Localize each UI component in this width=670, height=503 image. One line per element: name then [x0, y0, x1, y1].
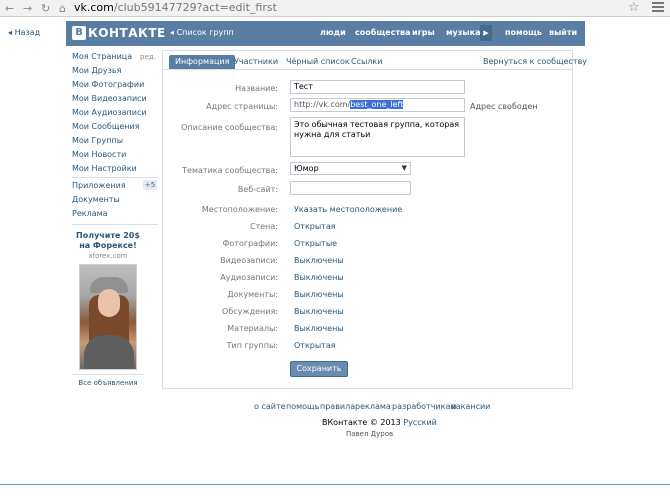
address-status: Адрес свободен: [470, 102, 538, 111]
website-field[interactable]: [290, 181, 411, 195]
nav-help[interactable]: помощь: [505, 28, 542, 37]
tab-info[interactable]: Информация: [169, 55, 236, 69]
author-link[interactable]: Павел Дуров: [346, 430, 393, 438]
topic-select[interactable]: Юмор ▼: [290, 162, 411, 175]
nav-more-arrow-icon[interactable]: ▶: [480, 25, 492, 41]
group-list-label: Список групп: [176, 28, 234, 37]
nav-communities[interactable]: сообщества: [355, 28, 410, 37]
ad-photo[interactable]: [79, 264, 137, 370]
home-icon[interactable]: ⌂: [59, 1, 66, 16]
back-link[interactable]: ◂ Назад: [8, 28, 40, 37]
tab-bar: Информация Участники Чёрный список Ссылк…: [163, 51, 587, 70]
copyright: ВКонтакте © 2013 Русский: [322, 418, 437, 427]
menu-divider: [72, 177, 158, 178]
name-value: Тест: [294, 82, 313, 91]
copyright-text: ВКонтакте © 2013: [322, 418, 401, 427]
menu-ads[interactable]: Реклама: [72, 209, 108, 218]
wall-value[interactable]: Открытая: [294, 222, 336, 231]
nav-logout[interactable]: выйти: [549, 28, 577, 37]
menu-my-messages[interactable]: Мои Сообщения: [72, 122, 140, 131]
ad-title[interactable]: Получите 20$ на Форексе!: [72, 231, 144, 251]
footer-about[interactable]: о сайте: [254, 402, 286, 411]
photos-value[interactable]: Открытые: [294, 239, 337, 248]
audios-value[interactable]: Выключены: [294, 273, 344, 282]
bookmark-star-icon[interactable]: ☆: [628, 0, 640, 16]
discussions-value[interactable]: Выключены: [294, 307, 344, 316]
apps-badge[interactable]: +5: [143, 180, 157, 190]
language-link[interactable]: Русский: [403, 418, 437, 427]
back-arrow-icon[interactable]: ←: [5, 1, 14, 16]
documents-value[interactable]: Выключены: [294, 290, 344, 299]
menu-my-settings[interactable]: Мои Настройки: [72, 164, 137, 173]
nav-music[interactable]: музыка: [446, 28, 480, 37]
nav-games[interactable]: игры: [412, 28, 435, 37]
bottom-divider: [0, 484, 670, 485]
tab-blacklist[interactable]: Чёрный список: [286, 55, 350, 69]
menu-my-photos[interactable]: Мои Фотографии: [72, 80, 144, 89]
ad-divider: [72, 374, 144, 375]
topic-label: Тематика сообщества:: [182, 166, 278, 175]
wall-label: Стена:: [250, 222, 278, 231]
menu-my-friends[interactable]: Мои Друзья: [72, 66, 121, 75]
documents-label: Документы:: [227, 290, 278, 299]
tab-members[interactable]: Участники: [234, 55, 278, 69]
footer-help[interactable]: помощь: [286, 402, 319, 411]
footer-rules[interactable]: правила: [320, 402, 355, 411]
url-host: vk.com: [74, 1, 114, 14]
videos-label: Видеозаписи:: [220, 256, 278, 265]
dropdown-arrow-icon: ▼: [401, 164, 407, 172]
address-field[interactable]: http://vk.com/best_one_left: [290, 98, 465, 112]
audios-label: Аудиозаписи:: [220, 273, 278, 282]
address-value: best_one_left: [350, 100, 404, 109]
footer-developers[interactable]: разработчикам: [392, 402, 456, 411]
url-path: /club59147729?act=edit_first: [113, 1, 277, 14]
topic-value: Юмор: [294, 164, 319, 173]
address-label: Адрес страницы:: [206, 102, 278, 111]
materials-value[interactable]: Выключены: [294, 324, 344, 333]
group-list-link[interactable]: ◂ Список групп: [170, 28, 234, 37]
materials-label: Материалы:: [227, 324, 278, 333]
photos-label: Фотографии:: [222, 239, 278, 248]
menu-my-videos[interactable]: Мои Видеозаписи: [72, 94, 147, 103]
footer-ads[interactable]: реклама: [355, 402, 391, 411]
description-label: Описание сообщества:: [181, 123, 278, 132]
discussions-label: Обсуждения:: [222, 307, 278, 316]
ad-site: xforex.com: [88, 252, 128, 260]
videos-value[interactable]: Выключены: [294, 256, 344, 265]
menu-my-groups[interactable]: Мои Группы: [72, 136, 123, 145]
nav-people[interactable]: люди: [320, 28, 346, 37]
group-type-value[interactable]: Открытая: [294, 341, 336, 350]
settings-panel: Информация Участники Чёрный список Ссылк…: [162, 50, 587, 389]
all-ads-link[interactable]: Все объявления: [72, 379, 144, 387]
location-link[interactable]: Указать местоположение: [294, 205, 402, 214]
browser-bar: ← → ↻ ⌂ vk.com/club59147729?act=edit_fir…: [0, 0, 670, 17]
menu-my-page[interactable]: Моя Страница: [72, 52, 132, 61]
menu-my-news[interactable]: Мои Новости: [72, 150, 126, 159]
group-type-label: Тип группы:: [226, 341, 278, 350]
name-label: Название:: [235, 84, 278, 93]
menu-divider-ad: [72, 224, 158, 225]
back-label: Назад: [14, 28, 41, 37]
footer-jobs[interactable]: вакансии: [451, 402, 490, 411]
address-prefix: http://vk.com/: [294, 100, 351, 109]
menu-icon[interactable]: [652, 2, 664, 14]
reload-icon[interactable]: ↻: [41, 1, 50, 16]
name-field[interactable]: Тест: [290, 80, 465, 94]
logo-text: КОНТАКТЕ: [88, 26, 166, 40]
description-field[interactable]: Это обычная тестовая группа, которая нуж…: [290, 117, 465, 157]
menu-documents[interactable]: Документы: [72, 195, 120, 204]
logo-letter: В: [72, 26, 86, 40]
save-button[interactable]: Сохранить: [290, 361, 348, 377]
tab-links[interactable]: Ссылки: [351, 55, 382, 69]
site-header: В КОНТАКТЕ ◂ Список групп люди сообществ…: [66, 21, 585, 46]
location-label: Местоположение:: [201, 205, 278, 214]
back-to-community-link[interactable]: Вернуться к сообществу: [483, 55, 587, 69]
menu-apps[interactable]: Приложения: [72, 181, 126, 190]
website-label: Веб-сайт:: [237, 185, 278, 194]
forward-arrow-icon[interactable]: →: [23, 1, 32, 16]
menu-my-audios[interactable]: Мои Аудиозаписи: [72, 108, 147, 117]
menu-edit-link[interactable]: ред.: [140, 53, 156, 61]
address-bar[interactable]: vk.com/club59147729?act=edit_first: [74, 0, 277, 16]
